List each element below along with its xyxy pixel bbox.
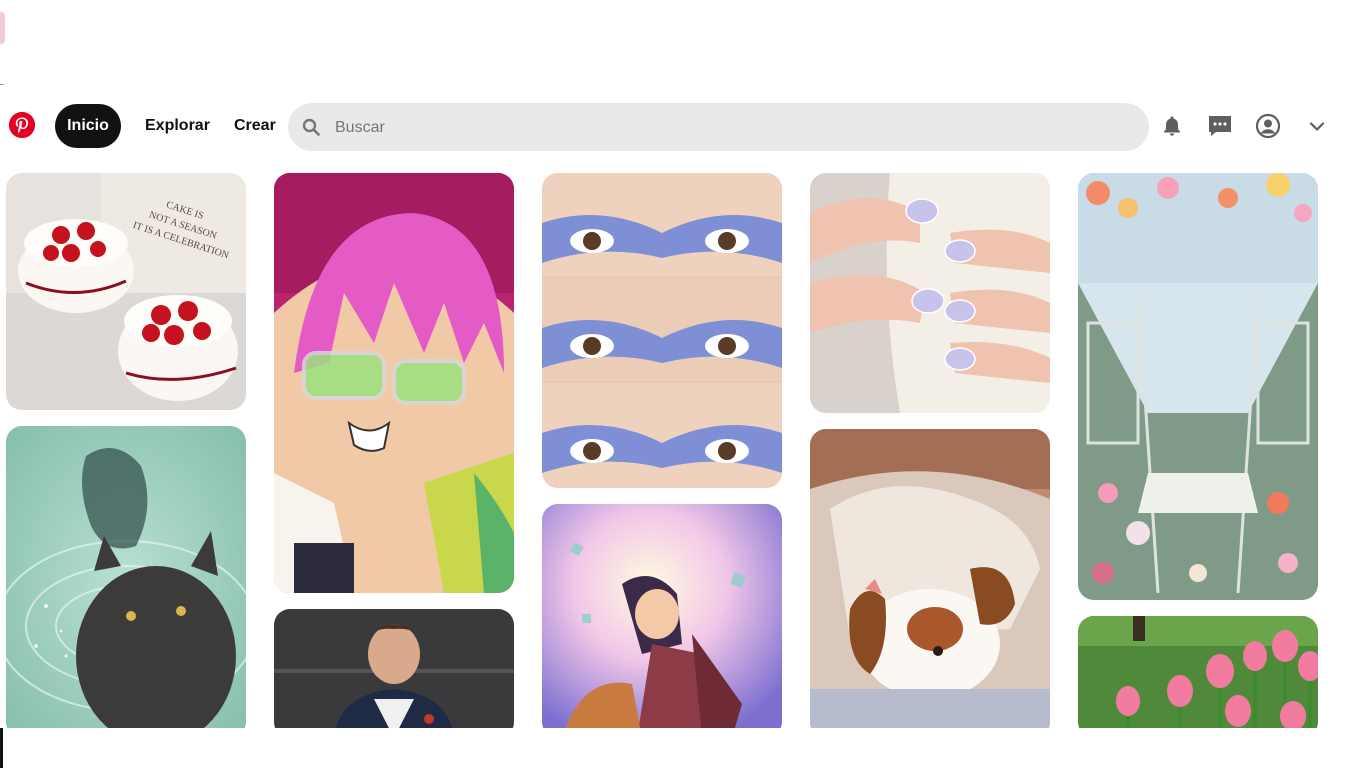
profile-icon[interactable] bbox=[1255, 113, 1281, 139]
pin-anime-boy[interactable] bbox=[274, 173, 514, 593]
window-edge bbox=[0, 728, 3, 768]
pin-strawberry-cakes[interactable]: CAKE IS NOT A SEASON IT IS A CELEBRATION bbox=[6, 173, 246, 410]
pin-anime-illustration[interactable] bbox=[542, 504, 782, 738]
nav-create-link[interactable]: Crear bbox=[234, 104, 276, 148]
search-icon bbox=[302, 118, 320, 136]
pin-sleeping-puppy[interactable] bbox=[810, 429, 1050, 738]
pin-blue-eye-makeup[interactable] bbox=[542, 173, 782, 488]
pin-pink-tulips[interactable] bbox=[1078, 616, 1318, 738]
pin-black-cat-in-water[interactable] bbox=[6, 426, 246, 738]
bottom-viewport-edge bbox=[0, 728, 1366, 768]
nav-home-button[interactable]: Inicio bbox=[55, 104, 121, 148]
pin-young-man-portrait[interactable] bbox=[274, 609, 514, 738]
chevron-down-icon[interactable] bbox=[1304, 113, 1330, 139]
nav-explore-link[interactable]: Explorar bbox=[145, 104, 210, 148]
corner-mark bbox=[0, 84, 4, 85]
corner-accent bbox=[0, 12, 5, 44]
search-bar[interactable] bbox=[288, 103, 1149, 153]
pinterest-logo-icon[interactable] bbox=[9, 112, 35, 138]
messages-icon[interactable] bbox=[1207, 113, 1233, 139]
pin-pastel-nails[interactable] bbox=[810, 173, 1050, 413]
pin-flower-train[interactable] bbox=[1078, 173, 1318, 600]
search-input[interactable] bbox=[333, 103, 1127, 153]
bell-icon[interactable] bbox=[1159, 113, 1185, 139]
